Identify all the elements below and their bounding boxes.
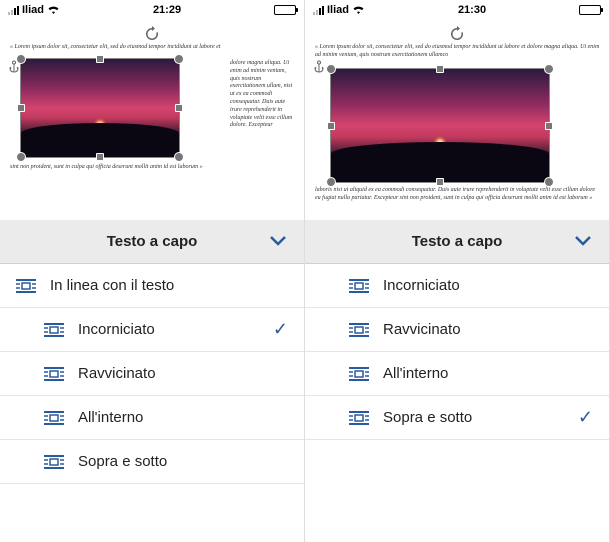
resize-handle[interactable] bbox=[326, 64, 336, 74]
wrap-style-icon bbox=[44, 366, 64, 382]
option-label: In linea con il testo bbox=[50, 277, 288, 294]
panel-header[interactable]: Testo a capo bbox=[0, 220, 304, 264]
doc-text[interactable]: « Lorem ipsum dolor sit, consectetur eli… bbox=[315, 44, 600, 60]
resize-handle[interactable] bbox=[17, 104, 25, 112]
clock: 21:30 bbox=[458, 4, 486, 16]
rotate-icon[interactable] bbox=[449, 26, 465, 42]
wrap-style-icon bbox=[44, 322, 64, 338]
option-label: Incorniciato bbox=[78, 321, 259, 338]
status-bar: Iliad 21:30 bbox=[305, 0, 609, 20]
checkmark-icon: ✓ bbox=[273, 319, 288, 340]
resize-handle[interactable] bbox=[327, 122, 335, 130]
option-list-right: Incorniciato Ravvicinato All'interno Sopra … bbox=[305, 264, 609, 542]
doc-text[interactable]: laboris nisi ut aliquid ex ea commodi co… bbox=[315, 187, 600, 203]
wrap-style-icon bbox=[349, 322, 369, 338]
resize-handle[interactable] bbox=[96, 55, 104, 63]
wrap-option[interactable]: Sopra e sotto bbox=[0, 440, 304, 484]
clock: 21:29 bbox=[153, 4, 181, 16]
doc-text[interactable]: dolore magna aliqua. Ut enim ad minim ve… bbox=[227, 60, 295, 130]
wrap-style-icon bbox=[349, 366, 369, 382]
option-label: All'interno bbox=[78, 409, 288, 426]
resize-handle[interactable] bbox=[544, 177, 554, 187]
wrap-panel: Testo a capo In linea con il testo Incorn… bbox=[0, 220, 304, 542]
chevron-down-icon[interactable] bbox=[270, 233, 286, 251]
wrap-option[interactable]: Ravvicinato bbox=[0, 352, 304, 396]
document-area[interactable]: « Lorem ipsum dolor sit, consectetur eli… bbox=[305, 20, 609, 220]
chevron-down-icon[interactable] bbox=[575, 233, 591, 251]
doc-text[interactable]: « Lorem ipsum dolor sit, consectetur eli… bbox=[10, 44, 295, 52]
signal-icon bbox=[8, 6, 19, 15]
selected-image[interactable] bbox=[20, 58, 180, 158]
carrier-label: Iliad bbox=[22, 4, 44, 16]
resize-handle[interactable] bbox=[16, 152, 26, 162]
wrap-style-icon bbox=[44, 410, 64, 426]
phone-left: Iliad 21:29 « Lorem ipsum dolor sit, con… bbox=[0, 0, 305, 542]
resize-handle[interactable] bbox=[174, 152, 184, 162]
wrap-style-icon bbox=[349, 278, 369, 294]
option-label: Sopra e sotto bbox=[78, 453, 288, 470]
resize-handle[interactable] bbox=[544, 64, 554, 74]
wrap-option[interactable]: Sopra e sotto ✓ bbox=[305, 396, 609, 440]
wrap-option[interactable]: In linea con il testo bbox=[0, 264, 304, 308]
option-list-left: In linea con il testo Incorniciato ✓ Ravvic… bbox=[0, 264, 304, 542]
battery-icon bbox=[274, 5, 296, 15]
document-area[interactable]: « Lorem ipsum dolor sit, consectetur eli… bbox=[0, 20, 304, 220]
wrap-style-icon bbox=[349, 410, 369, 426]
option-label: Sopra e sotto bbox=[383, 409, 564, 426]
resize-handle[interactable] bbox=[16, 54, 26, 64]
resize-handle[interactable] bbox=[436, 65, 444, 73]
resize-handle[interactable] bbox=[96, 153, 104, 161]
resize-handle[interactable] bbox=[175, 104, 183, 112]
wrap-panel: Testo a capo Incorniciato Ravvicinato All'… bbox=[305, 220, 609, 542]
resize-handle[interactable] bbox=[545, 122, 553, 130]
option-label: Ravvicinato bbox=[383, 321, 593, 338]
option-label: Incorniciato bbox=[383, 277, 593, 294]
option-label: Ravvicinato bbox=[78, 365, 288, 382]
wrap-option[interactable]: Ravvicinato bbox=[305, 308, 609, 352]
wifi-icon bbox=[47, 5, 60, 15]
resize-handle[interactable] bbox=[436, 178, 444, 186]
wrap-style-icon bbox=[16, 278, 36, 294]
doc-text[interactable]: sint non proident, sunt in culpa qui off… bbox=[10, 164, 295, 172]
panel-header[interactable]: Testo a capo bbox=[305, 220, 609, 264]
battery-icon bbox=[579, 5, 601, 15]
wifi-icon bbox=[352, 5, 365, 15]
wrap-option[interactable]: Incorniciato ✓ bbox=[0, 308, 304, 352]
panel-title: Testo a capo bbox=[412, 233, 503, 250]
option-label: All'interno bbox=[383, 365, 593, 382]
carrier-label: Iliad bbox=[327, 4, 349, 16]
wrap-style-icon bbox=[44, 454, 64, 470]
panel-title: Testo a capo bbox=[107, 233, 198, 250]
selected-image[interactable] bbox=[330, 68, 550, 183]
rotate-icon[interactable] bbox=[144, 26, 160, 42]
status-bar: Iliad 21:29 bbox=[0, 0, 304, 20]
checkmark-icon: ✓ bbox=[578, 407, 593, 428]
wrap-option[interactable]: Incorniciato bbox=[305, 264, 609, 308]
signal-icon bbox=[313, 6, 324, 15]
phone-right: Iliad 21:30 « Lorem ipsum dolor sit, con… bbox=[305, 0, 610, 542]
wrap-option[interactable]: All'interno bbox=[305, 352, 609, 396]
resize-handle[interactable] bbox=[174, 54, 184, 64]
resize-handle[interactable] bbox=[326, 177, 336, 187]
wrap-option[interactable]: All'interno bbox=[0, 396, 304, 440]
